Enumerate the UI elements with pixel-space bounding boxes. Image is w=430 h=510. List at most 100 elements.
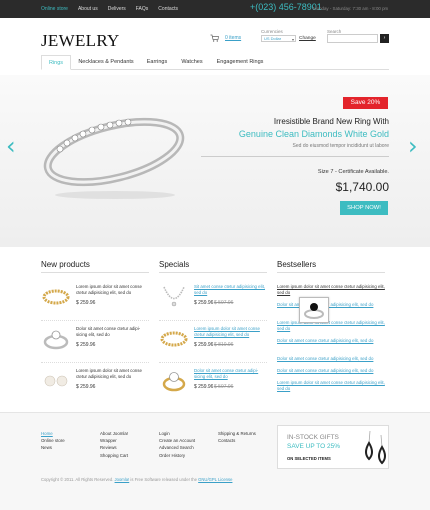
product-price: $ 259.96 bbox=[76, 384, 96, 390]
necklace-image[interactable] bbox=[159, 284, 189, 310]
footer-link-news[interactable]: News bbox=[41, 444, 65, 451]
bestseller-link[interactable]: Lorem ipsum dolor sit amet conse ctetur … bbox=[277, 284, 385, 295]
currency-value: US Dollar bbox=[264, 36, 282, 41]
product-preview-popup bbox=[299, 297, 329, 323]
bestseller-link[interactable]: Dolor sit amet conse ctetur adipisicing … bbox=[277, 338, 385, 344]
new-products-heading: New products bbox=[41, 260, 90, 269]
bestseller-link[interactable]: Dolor sit amet conse ctetur adipisicing … bbox=[277, 368, 385, 374]
list-item: Sit amet conse ctetur adipisicing elit, … bbox=[159, 284, 267, 324]
promo-banner[interactable]: IN-STOCK GIFTS SAVE UP TO 25% ON SELECTE… bbox=[277, 425, 389, 469]
ring-image bbox=[43, 117, 185, 199]
cart-icon[interactable] bbox=[210, 34, 219, 42]
main-nav: Rings Necklaces & Pendants Earrings Watc… bbox=[41, 55, 389, 70]
slider-prev-icon[interactable]: ‹ bbox=[6, 134, 16, 158]
slider-next-icon[interactable]: › bbox=[408, 134, 418, 158]
shop-now-button[interactable]: SHOP NOW! bbox=[340, 201, 388, 215]
product-name[interactable]: Lorem ipsum dolor sit amet conse ctetur … bbox=[76, 284, 151, 295]
currencies-label: Currencies bbox=[261, 29, 283, 34]
list-item: Lorem ipsum dolor sit amet conse ctetur … bbox=[159, 326, 267, 366]
slide-price: $1,740.00 bbox=[335, 180, 389, 194]
divider bbox=[159, 362, 267, 363]
tab-necklaces-pendants[interactable]: Necklaces & Pendants bbox=[73, 55, 139, 70]
banner-title: IN-STOCK GIFTS bbox=[287, 434, 339, 441]
bestseller-link[interactable]: Lorem ipsum dolor sit amet conse ctetur … bbox=[277, 320, 385, 331]
product-price: $ 259.96 bbox=[194, 342, 214, 348]
gold-bracelet-image[interactable] bbox=[159, 326, 189, 352]
product-price: $ 259.96 bbox=[76, 300, 96, 306]
product-name[interactable]: Lorem ipsum dolor sit amet conse ctetur … bbox=[76, 368, 151, 379]
slide-title: Irresistible Brand New Ring With bbox=[273, 117, 389, 126]
list-item: Dolor sit amet conse ctetur adipi- sicin… bbox=[41, 326, 149, 366]
arrow-right-icon: › bbox=[383, 35, 386, 41]
product-name[interactable]: Lorem ipsum dolor sit amet conse ctetur … bbox=[194, 326, 269, 337]
divider bbox=[159, 272, 267, 273]
footer-link-reviews[interactable]: Reviews bbox=[100, 444, 128, 451]
top-nav-contacts[interactable]: Contacts bbox=[158, 6, 178, 12]
product-old-price: $ 597.96 bbox=[214, 300, 234, 306]
list-item: Dolor sit amet conse ctetur adipi- sicin… bbox=[159, 368, 267, 408]
product-price: $ 259.96 bbox=[194, 384, 214, 390]
bestseller-link[interactable]: Lorem ipsum dolor sit amet conse ctetur … bbox=[277, 380, 385, 391]
change-currency-button[interactable]: Change bbox=[299, 36, 316, 41]
pearl-earrings-image[interactable] bbox=[41, 368, 71, 394]
specials-heading: Specials bbox=[159, 260, 190, 269]
list-item: Lorem ipsum dolor sit amet conse ctetur … bbox=[41, 284, 149, 324]
search-submit-button[interactable]: › bbox=[380, 34, 389, 43]
tab-rings[interactable]: Rings bbox=[41, 55, 71, 70]
divider bbox=[41, 362, 149, 363]
divider bbox=[277, 272, 385, 273]
product-old-price: $ 810.96 bbox=[214, 342, 234, 348]
phone-number: +(023) 456-78901 bbox=[250, 2, 322, 12]
divider bbox=[41, 272, 149, 273]
product-price: $ 259.96 bbox=[194, 300, 214, 306]
footer-link-advanced-search[interactable]: Advanced Search bbox=[159, 444, 195, 451]
footer-link-online-store[interactable]: Online store bbox=[41, 437, 65, 444]
footer-column: Shipping & Returns Contacts bbox=[218, 430, 256, 444]
footer-link-order-history[interactable]: Order History bbox=[159, 452, 195, 459]
footer-link-contacts[interactable]: Contacts bbox=[218, 437, 256, 444]
bestsellers-heading: Bestsellers bbox=[277, 260, 317, 269]
currency-select[interactable]: US Dollar ▾ bbox=[261, 35, 296, 42]
bestseller-link[interactable]: Dolor sit amet conse ctetur adipisicing … bbox=[277, 356, 385, 362]
divider bbox=[159, 320, 267, 321]
top-nav-faqs[interactable]: FAQs bbox=[136, 6, 149, 12]
bestseller-link[interactable]: Dolor sit amet conse ctetur adipisicing … bbox=[277, 302, 385, 308]
footer-link-shipping[interactable]: Shipping & Returns bbox=[218, 430, 256, 437]
chevron-down-icon: ▾ bbox=[291, 37, 294, 42]
tab-watches[interactable]: Watches bbox=[175, 55, 209, 70]
banner-cta[interactable]: ON SELECTED ITEMS bbox=[287, 456, 331, 461]
cart-items-link[interactable]: 0 items bbox=[225, 35, 241, 41]
gold-ring-image[interactable] bbox=[159, 368, 189, 394]
top-bar: Online store About us Delivers FAQs Cont… bbox=[0, 0, 430, 18]
license-link[interactable]: GNU/GPL License bbox=[198, 477, 232, 482]
footer-link-login[interactable]: Login bbox=[159, 430, 195, 437]
footer-link-cart[interactable]: Shopping Cart bbox=[100, 452, 128, 459]
black-diamond-ring-image bbox=[304, 303, 324, 319]
tab-earrings[interactable]: Earrings bbox=[141, 55, 173, 70]
slide-subtitle: Genuine Clean Diamonds White Gold bbox=[238, 129, 389, 139]
top-nav-online-store[interactable]: Online store bbox=[41, 6, 68, 12]
divider bbox=[201, 156, 389, 157]
earrings-image bbox=[365, 430, 386, 465]
copyright-text: Copyright © 2011. All Rights Reserved. bbox=[41, 477, 114, 482]
ring-thumbnail[interactable] bbox=[41, 326, 71, 352]
footer-column: About Joomla! Wrapper Reviews Shopping C… bbox=[100, 430, 128, 459]
footer-link-create-account[interactable]: Create an Account bbox=[159, 437, 195, 444]
product-old-price: $ 597.96 bbox=[214, 384, 234, 390]
bracelet-image[interactable] bbox=[41, 284, 71, 310]
top-nav-delivers[interactable]: Delivers bbox=[108, 6, 126, 12]
slide-description: Sed do eiusmod tempor incididunt ut labo… bbox=[292, 143, 389, 149]
footer-link-home[interactable]: Home bbox=[41, 430, 65, 437]
footer-link-wrapper[interactable]: Wrapper bbox=[100, 437, 128, 444]
product-name[interactable]: Sit amet conse ctetur adipisicing elit, … bbox=[194, 284, 269, 295]
product-name[interactable]: Dolor sit amet conse ctetur adipi- sicin… bbox=[76, 326, 151, 337]
search-input[interactable] bbox=[327, 34, 378, 43]
tab-engagement-rings[interactable]: Engagement Rings bbox=[211, 55, 269, 70]
product-name[interactable]: Dolor sit amet conse ctetur adipi- sicin… bbox=[194, 368, 269, 379]
copyright-text: is Free Software released under the bbox=[130, 477, 197, 482]
top-nav-about-us[interactable]: About us bbox=[78, 6, 98, 12]
business-hours: Monday - Saturday: 7:30 am - 8:00 pm bbox=[313, 6, 389, 11]
footer-link-about[interactable]: About Joomla! bbox=[100, 430, 128, 437]
joomla-link[interactable]: Joomla! bbox=[115, 477, 130, 482]
site-logo[interactable]: JEWELRY bbox=[41, 31, 120, 51]
